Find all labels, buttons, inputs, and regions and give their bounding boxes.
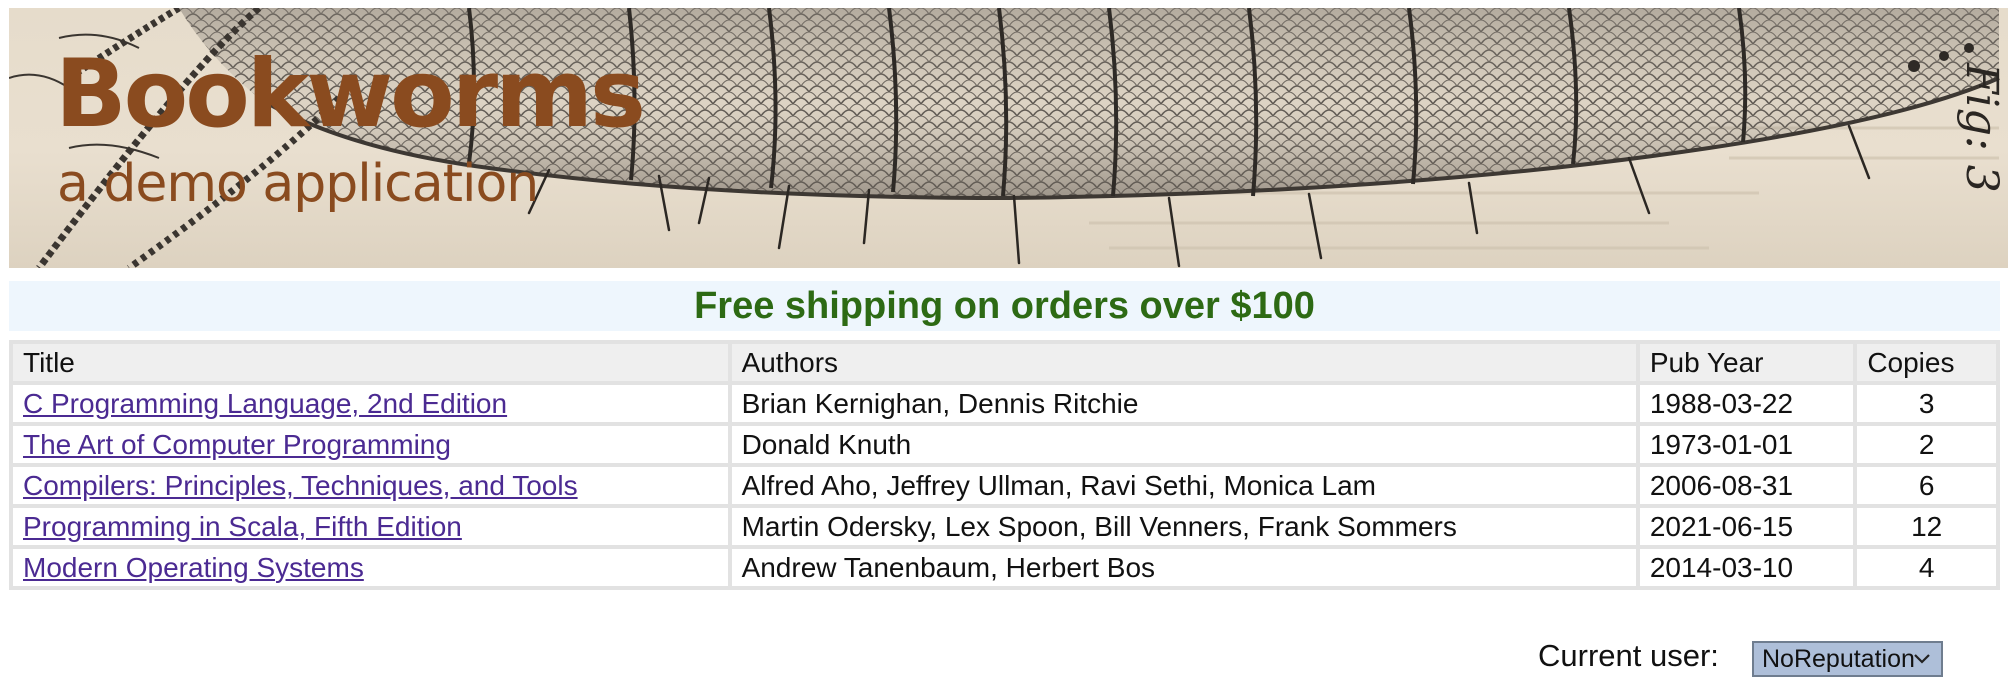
table-row: Programming in Scala, Fifth Edition Mart… [9,504,2000,549]
column-header-authors: Authors [727,340,1640,385]
chevron-down-icon [1914,654,1930,664]
book-copies: 12 [1853,504,2000,549]
book-authors: Martin Odersky, Lex Spoon, Bill Venners,… [727,504,1640,549]
book-pub-year: 1988-03-22 [1635,381,1858,426]
table-row: Compilers: Principles, Techniques, and T… [9,463,2000,508]
banner-caption: Fig: 3 [1956,62,2007,193]
column-header-copies: Copies [1853,340,2000,385]
book-pub-year: 1973-01-01 [1635,422,1858,467]
table-row: C Programming Language, 2nd Edition Bria… [9,381,2000,426]
book-title-link[interactable]: Compilers: Principles, Techniques, and T… [23,470,578,501]
book-title-link[interactable]: Programming in Scala, Fifth Edition [23,511,462,542]
book-copies: 3 [1853,381,2000,426]
app-title: Bookworms [55,40,646,149]
book-authors: Donald Knuth [727,422,1640,467]
book-authors: Andrew Tanenbaum, Herbert Bos [727,545,1640,590]
book-copies: 4 [1853,545,2000,590]
promo-banner: Free shipping on orders over $100 [9,281,2000,331]
book-copies: 6 [1853,463,2000,508]
book-pub-year: 2006-08-31 [1635,463,1858,508]
header-row: Title Authors Pub Year Copies [9,340,2000,385]
book-copies: 2 [1853,422,2000,467]
header-banner: Fig: 3 Bookworms a demo application [9,8,2008,268]
book-title-link[interactable]: The Art of Computer Programming [23,429,451,460]
table-row: Modern Operating Systems Andrew Tanenbau… [9,545,2000,590]
app-subtitle: a demo application [57,154,539,214]
column-header-title: Title [9,340,732,385]
books-table: Title Authors Pub Year Copies C Programm… [9,340,2000,590]
column-header-pub-year: Pub Year [1635,340,1858,385]
table-header: Title Authors Pub Year Copies [9,340,2000,385]
book-pub-year: 2021-06-15 [1635,504,1858,549]
book-title-link[interactable]: Modern Operating Systems [23,552,364,583]
table-row: The Art of Computer Programming Donald K… [9,422,2000,467]
book-title-link[interactable]: C Programming Language, 2nd Edition [23,388,507,419]
book-authors: Brian Kernighan, Dennis Ritchie [727,381,1640,426]
book-authors: Alfred Aho, Jeffrey Ullman, Ravi Sethi, … [727,463,1640,508]
current-user-value: NoReputation [1762,644,1915,673]
book-pub-year: 2014-03-10 [1635,545,1858,590]
current-user-select[interactable]: NoReputation [1752,641,1943,677]
current-user-label: Current user: [1538,638,1719,673]
